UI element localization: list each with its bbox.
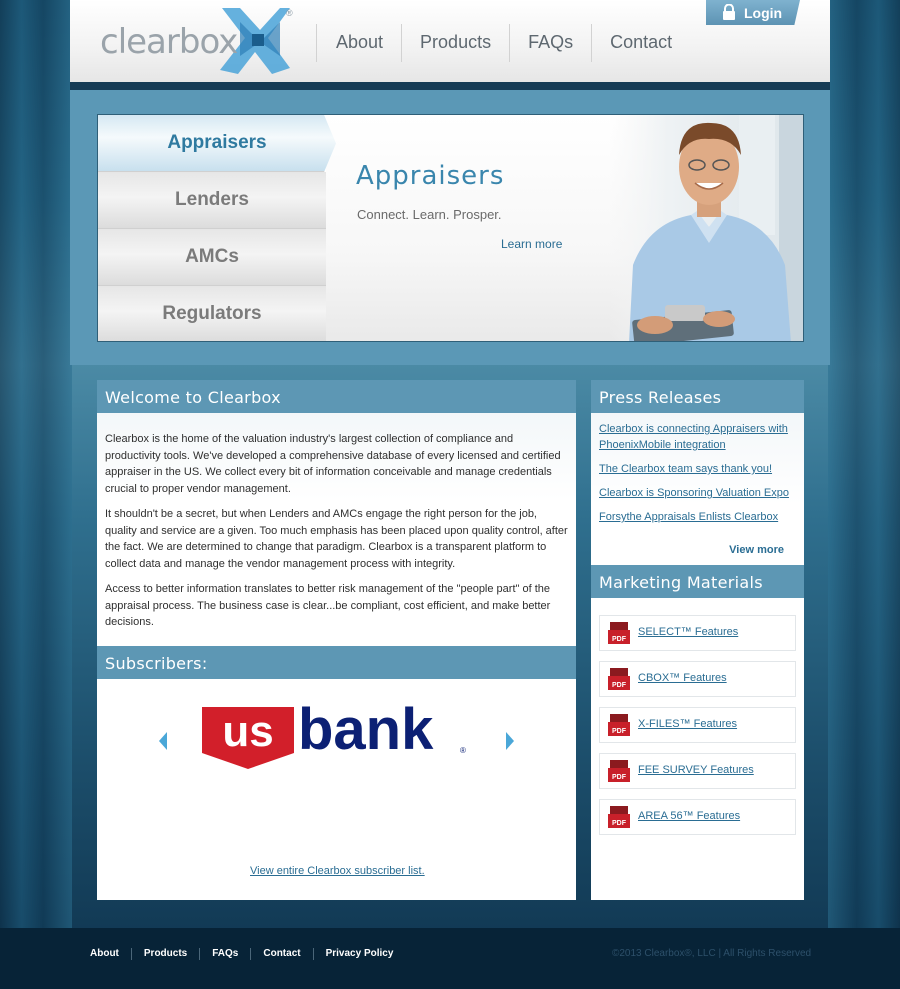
footer-link-faqs[interactable]: FAQs (199, 948, 250, 960)
marketing-item[interactable]: PDF SELECT™ Features (599, 615, 796, 651)
press-release-link[interactable]: Forsythe Appraisals Enlists Clearbox (599, 509, 796, 525)
pdf-badge-text: PDF (612, 682, 627, 689)
footer-link-about[interactable]: About (90, 948, 131, 960)
nav-about[interactable]: About (316, 24, 401, 62)
press-releases-list: Clearbox is connecting Appraisers with P… (591, 413, 804, 565)
hero-section: Appraisers Lenders AMCs Regulators Appra… (70, 90, 830, 365)
marketing-item-label: SELECT™ Features (638, 626, 739, 638)
nav-faqs[interactable]: FAQs (509, 24, 591, 62)
audience-tabs: Appraisers Lenders AMCs Regulators (98, 115, 336, 341)
login-button[interactable]: Login (706, 0, 800, 25)
pdf-badge-text: PDF (612, 820, 627, 827)
clearbox-logo[interactable]: clearbox ® (100, 8, 295, 76)
pdf-icon: PDF (608, 806, 630, 828)
press-release-link[interactable]: Clearbox is Sponsoring Valuation Expo (599, 485, 796, 501)
welcome-paragraph: Access to better information translates … (105, 583, 551, 628)
tab-regulators[interactable]: Regulators (98, 286, 326, 341)
copyright-text: ©2013 Clearbox®, LLC | All Rights Reserv… (612, 948, 812, 959)
footer-link-privacy-policy[interactable]: Privacy Policy (312, 948, 406, 960)
pdf-icon: PDF (608, 714, 630, 736)
usbank-logo-bank: bank (298, 703, 434, 762)
welcome-body: Clearbox is the home of the valuation in… (97, 413, 576, 631)
subscribers-section: Subscribers: us bank ® View entire Clear… (97, 646, 576, 877)
carousel-next-arrow-icon[interactable] (506, 732, 514, 750)
hero-content: Appraisers Connect. Learn. Prosper. Lear… (326, 115, 803, 341)
sidebar-column: Press Releases Clearbox is connecting Ap… (591, 380, 804, 900)
footer-nav: About Products FAQs Contact Privacy Poli… (90, 948, 405, 960)
hero-panel: Appraisers Lenders AMCs Regulators Appra… (97, 114, 804, 342)
site-footer: About Products FAQs Contact Privacy Poli… (0, 928, 900, 989)
marketing-item-label: CBOX™ Features (638, 672, 727, 684)
welcome-heading: Welcome to Clearbox (97, 380, 576, 413)
usbank-logo-reg: ® (460, 746, 466, 755)
marketing-item-label: AREA 56™ Features (638, 810, 741, 822)
press-release-link[interactable]: The Clearbox team says thank you! (599, 461, 796, 477)
marketing-item-label: X-FILES™ Features (638, 718, 738, 730)
logo-registered-mark: ® (286, 8, 293, 18)
nav-products[interactable]: Products (401, 24, 509, 62)
marketing-materials-list: PDF SELECT™ Features PDF CBOX™ Features … (591, 598, 804, 835)
welcome-paragraph: Clearbox is the home of the valuation in… (105, 433, 561, 495)
marketing-item-label: FEE SURVEY Features (638, 764, 754, 776)
subscribers-heading: Subscribers: (97, 646, 576, 679)
marketing-item[interactable]: PDF CBOX™ Features (599, 661, 796, 697)
nav-contact[interactable]: Contact (591, 24, 690, 62)
lock-icon (723, 4, 735, 20)
press-releases-heading: Press Releases (591, 380, 804, 413)
main-nav: About Products FAQs Contact (316, 24, 690, 64)
hero-title: Appraisers (356, 161, 505, 191)
background-glass-right (828, 0, 900, 929)
pdf-icon: PDF (608, 668, 630, 690)
background-glass-left (0, 0, 72, 929)
welcome-column: Welcome to Clearbox Clearbox is the home… (97, 380, 576, 900)
view-more-link[interactable]: View more (729, 544, 784, 556)
marketing-item[interactable]: PDF AREA 56™ Features (599, 799, 796, 835)
tab-amcs[interactable]: AMCs (98, 229, 326, 286)
usbank-logo-us: us (222, 707, 273, 756)
pdf-badge-text: PDF (612, 636, 627, 643)
logo-text: clearbox (100, 22, 238, 62)
carousel-prev-arrow-icon[interactable] (159, 732, 167, 750)
marketing-item[interactable]: PDF FEE SURVEY Features (599, 753, 796, 789)
subscriber-carousel: us bank ® View entire Clearbox subscribe… (97, 679, 576, 877)
usbank-logo: us bank ® (202, 703, 466, 769)
pdf-icon: PDF (608, 760, 630, 782)
press-release-link[interactable]: Clearbox is connecting Appraisers with P… (599, 421, 796, 453)
pdf-icon: PDF (608, 622, 630, 644)
marketing-item[interactable]: PDF X-FILES™ Features (599, 707, 796, 743)
site-header: clearbox ® About Products FAQs Contact L… (70, 0, 830, 82)
pdf-badge-text: PDF (612, 728, 627, 735)
page-container: clearbox ® About Products FAQs Contact L… (70, 0, 830, 928)
learn-more-link[interactable]: Learn more (501, 237, 562, 251)
marketing-materials-heading: Marketing Materials (591, 565, 804, 598)
header-divider (70, 82, 830, 90)
pdf-badge-text: PDF (612, 774, 627, 781)
hero-subtitle: Connect. Learn. Prosper. (357, 207, 502, 222)
hero-photo (609, 115, 803, 341)
login-label: Login (744, 5, 783, 21)
tab-lenders[interactable]: Lenders (98, 172, 326, 229)
welcome-paragraph: It shouldn't be a secret, but when Lende… (105, 508, 568, 570)
footer-link-contact[interactable]: Contact (250, 948, 312, 960)
tab-appraisers[interactable]: Appraisers (98, 115, 336, 172)
subscriber-list-link[interactable]: View entire Clearbox subscriber list. (250, 865, 425, 877)
footer-link-products[interactable]: Products (130, 948, 199, 960)
